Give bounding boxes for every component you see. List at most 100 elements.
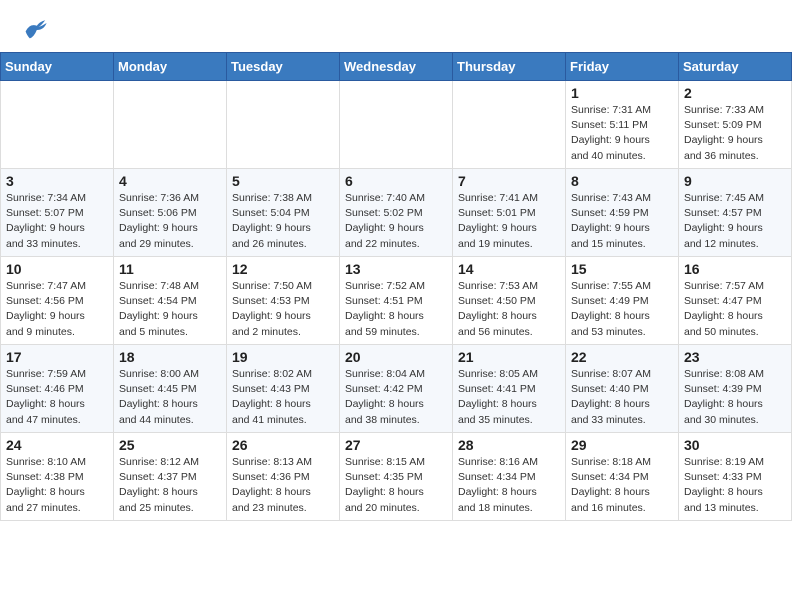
header [0,0,792,52]
day-number: 30 [684,437,786,453]
day-info: Sunrise: 8:13 AM Sunset: 4:36 PM Dayligh… [232,455,334,516]
calendar-day-cell [227,81,340,169]
day-info: Sunrise: 7:53 AM Sunset: 4:50 PM Dayligh… [458,279,560,340]
logo-bird-icon [20,16,48,44]
calendar-day-cell: 5 Sunrise: 7:38 AM Sunset: 5:04 PM Daylig… [227,169,340,257]
calendar-header-friday: Friday [566,53,679,81]
day-info: Sunrise: 8:00 AM Sunset: 4:45 PM Dayligh… [119,367,221,428]
day-info: Sunrise: 7:38 AM Sunset: 5:04 PM Dayligh… [232,191,334,252]
calendar-week-row: 3 Sunrise: 7:34 AM Sunset: 5:07 PM Daylig… [1,169,792,257]
calendar-day-cell: 9Sunrise: 7:45 AM Sunset: 4:57 PM Daylig… [679,169,792,257]
calendar-day-cell: 4 Sunrise: 7:36 AM Sunset: 5:06 PM Daylig… [114,169,227,257]
calendar-day-cell: 21 Sunrise: 8:05 AM Sunset: 4:41 PM Dayli… [453,345,566,433]
day-number: 6 [345,173,447,189]
day-number: 19 [232,349,334,365]
day-number: 28 [458,437,560,453]
calendar-day-cell: 20 Sunrise: 8:04 AM Sunset: 4:42 PM Dayli… [340,345,453,433]
day-number: 4 [119,173,221,189]
day-info: Sunrise: 7:45 AM Sunset: 4:57 PM Dayligh… [684,191,786,252]
day-number: 20 [345,349,447,365]
day-number: 27 [345,437,447,453]
day-number: 8 [571,173,673,189]
calendar-day-cell: 3 Sunrise: 7:34 AM Sunset: 5:07 PM Daylig… [1,169,114,257]
day-number: 5 [232,173,334,189]
day-number: 25 [119,437,221,453]
calendar-day-cell: 14 Sunrise: 7:53 AM Sunset: 4:50 PM Dayli… [453,257,566,345]
day-info: Sunrise: 8:18 AM Sunset: 4:34 PM Dayligh… [571,455,673,516]
day-info: Sunrise: 7:43 AM Sunset: 4:59 PM Dayligh… [571,191,673,252]
calendar-day-cell: 13 Sunrise: 7:52 AM Sunset: 4:51 PM Dayli… [340,257,453,345]
day-info: Sunrise: 8:05 AM Sunset: 4:41 PM Dayligh… [458,367,560,428]
calendar-day-cell: 28 Sunrise: 8:16 AM Sunset: 4:34 PM Dayli… [453,433,566,521]
logo [20,16,52,44]
calendar-day-cell: 22 Sunrise: 8:07 AM Sunset: 4:40 PM Dayli… [566,345,679,433]
calendar-day-cell [453,81,566,169]
day-info: Sunrise: 7:47 AM Sunset: 4:56 PM Dayligh… [6,279,108,340]
day-number: 2 [684,85,786,101]
calendar-week-row: 1Sunrise: 7:31 AM Sunset: 5:11 PM Daylig… [1,81,792,169]
day-number: 23 [684,349,786,365]
calendar-day-cell: 19 Sunrise: 8:02 AM Sunset: 4:43 PM Dayli… [227,345,340,433]
day-number: 21 [458,349,560,365]
calendar-day-cell [114,81,227,169]
day-number: 29 [571,437,673,453]
day-number: 24 [6,437,108,453]
day-info: Sunrise: 7:33 AM Sunset: 5:09 PM Dayligh… [684,103,786,164]
day-info: Sunrise: 8:08 AM Sunset: 4:39 PM Dayligh… [684,367,786,428]
calendar-day-cell: 2 Sunrise: 7:33 AM Sunset: 5:09 PM Daylig… [679,81,792,169]
calendar-day-cell: 8 Sunrise: 7:43 AM Sunset: 4:59 PM Daylig… [566,169,679,257]
day-info: Sunrise: 8:07 AM Sunset: 4:40 PM Dayligh… [571,367,673,428]
day-number: 13 [345,261,447,277]
day-number: 7 [458,173,560,189]
day-info: Sunrise: 7:34 AM Sunset: 5:07 PM Dayligh… [6,191,108,252]
day-number: 10 [6,261,108,277]
day-info: Sunrise: 7:52 AM Sunset: 4:51 PM Dayligh… [345,279,447,340]
calendar-day-cell: 30 Sunrise: 8:19 AM Sunset: 4:33 PM Dayli… [679,433,792,521]
calendar-header-monday: Monday [114,53,227,81]
calendar-week-row: 17 Sunrise: 7:59 AM Sunset: 4:46 PM Dayli… [1,345,792,433]
day-info: Sunrise: 8:12 AM Sunset: 4:37 PM Dayligh… [119,455,221,516]
calendar-day-cell: 24 Sunrise: 8:10 AM Sunset: 4:38 PM Dayli… [1,433,114,521]
calendar-day-cell: 7 Sunrise: 7:41 AM Sunset: 5:01 PM Daylig… [453,169,566,257]
day-info: Sunrise: 7:57 AM Sunset: 4:47 PM Dayligh… [684,279,786,340]
calendar-day-cell: 29 Sunrise: 8:18 AM Sunset: 4:34 PM Dayli… [566,433,679,521]
calendar-week-row: 24 Sunrise: 8:10 AM Sunset: 4:38 PM Dayli… [1,433,792,521]
day-number: 1 [571,85,673,101]
day-info: Sunrise: 8:02 AM Sunset: 4:43 PM Dayligh… [232,367,334,428]
calendar-day-cell: 10 Sunrise: 7:47 AM Sunset: 4:56 PM Dayli… [1,257,114,345]
day-number: 17 [6,349,108,365]
calendar-day-cell: 27 Sunrise: 8:15 AM Sunset: 4:35 PM Dayli… [340,433,453,521]
day-info: Sunrise: 8:19 AM Sunset: 4:33 PM Dayligh… [684,455,786,516]
day-number: 14 [458,261,560,277]
day-info: Sunrise: 8:04 AM Sunset: 4:42 PM Dayligh… [345,367,447,428]
calendar: SundayMondayTuesdayWednesdayThursdayFrid… [0,52,792,521]
calendar-day-cell: 23 Sunrise: 8:08 AM Sunset: 4:39 PM Dayli… [679,345,792,433]
calendar-day-cell: 11Sunrise: 7:48 AM Sunset: 4:54 PM Dayli… [114,257,227,345]
calendar-header-row: SundayMondayTuesdayWednesdayThursdayFrid… [1,53,792,81]
day-number: 22 [571,349,673,365]
calendar-header-thursday: Thursday [453,53,566,81]
day-info: Sunrise: 7:48 AM Sunset: 4:54 PM Dayligh… [119,279,221,340]
day-number: 3 [6,173,108,189]
day-info: Sunrise: 7:55 AM Sunset: 4:49 PM Dayligh… [571,279,673,340]
day-number: 12 [232,261,334,277]
calendar-day-cell: 1Sunrise: 7:31 AM Sunset: 5:11 PM Daylig… [566,81,679,169]
calendar-day-cell: 16Sunrise: 7:57 AM Sunset: 4:47 PM Dayli… [679,257,792,345]
day-info: Sunrise: 8:16 AM Sunset: 4:34 PM Dayligh… [458,455,560,516]
calendar-header-tuesday: Tuesday [227,53,340,81]
calendar-day-cell: 15 Sunrise: 7:55 AM Sunset: 4:49 PM Dayli… [566,257,679,345]
day-info: Sunrise: 7:41 AM Sunset: 5:01 PM Dayligh… [458,191,560,252]
calendar-day-cell: 18 Sunrise: 8:00 AM Sunset: 4:45 PM Dayli… [114,345,227,433]
day-number: 15 [571,261,673,277]
calendar-day-cell [340,81,453,169]
calendar-day-cell: 6 Sunrise: 7:40 AM Sunset: 5:02 PM Daylig… [340,169,453,257]
day-info: Sunrise: 7:40 AM Sunset: 5:02 PM Dayligh… [345,191,447,252]
day-info: Sunrise: 7:50 AM Sunset: 4:53 PM Dayligh… [232,279,334,340]
day-info: Sunrise: 8:15 AM Sunset: 4:35 PM Dayligh… [345,455,447,516]
day-info: Sunrise: 8:10 AM Sunset: 4:38 PM Dayligh… [6,455,108,516]
day-info: Sunrise: 7:59 AM Sunset: 4:46 PM Dayligh… [6,367,108,428]
calendar-day-cell: 12 Sunrise: 7:50 AM Sunset: 4:53 PM Dayli… [227,257,340,345]
day-info: Sunrise: 7:36 AM Sunset: 5:06 PM Dayligh… [119,191,221,252]
day-number: 18 [119,349,221,365]
calendar-week-row: 10 Sunrise: 7:47 AM Sunset: 4:56 PM Dayli… [1,257,792,345]
